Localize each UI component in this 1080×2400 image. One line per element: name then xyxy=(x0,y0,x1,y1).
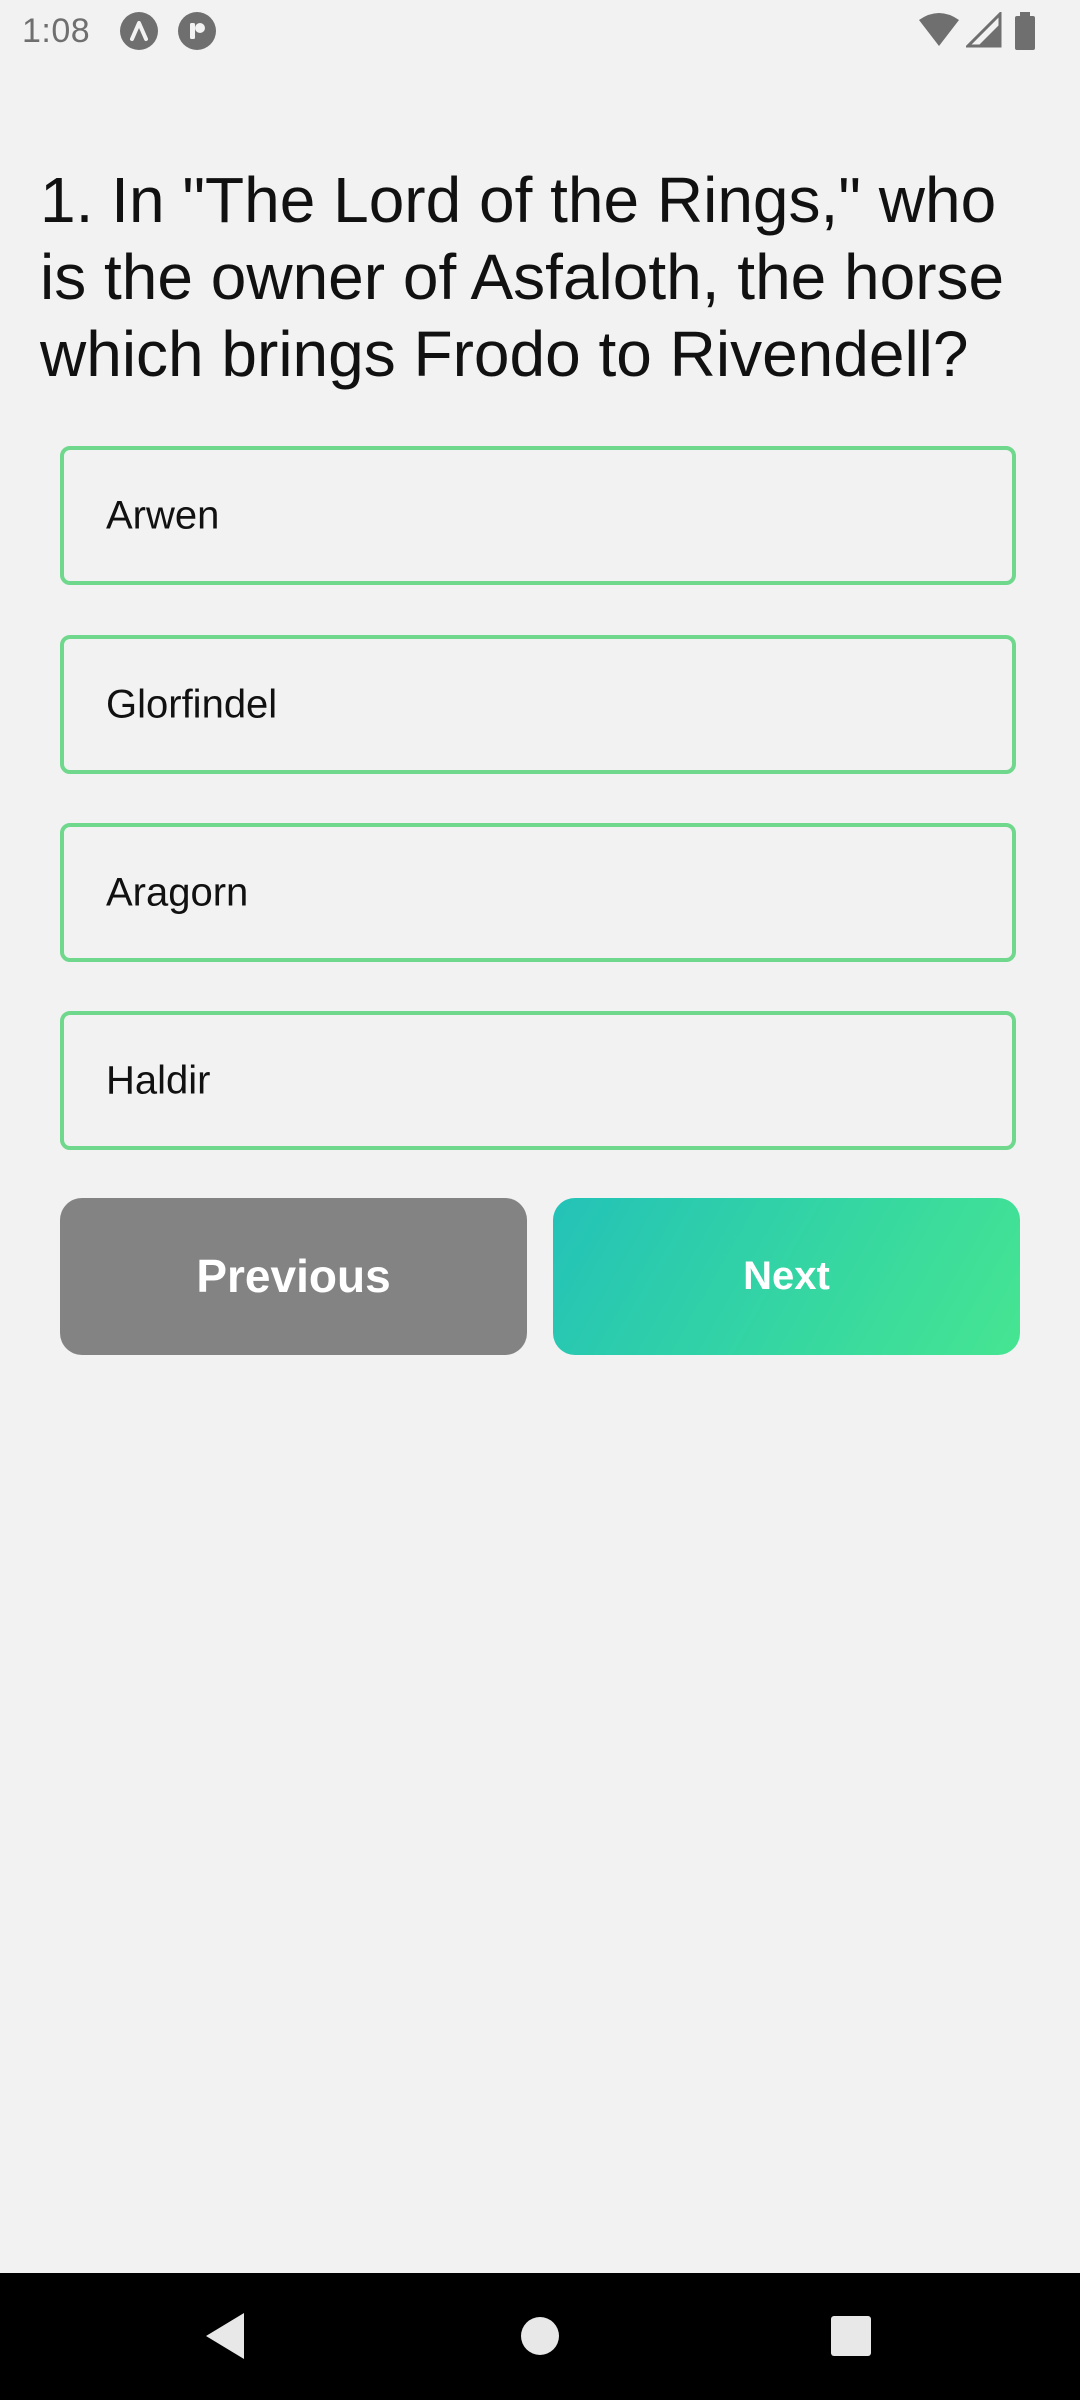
answer-option[interactable]: Arwen xyxy=(60,446,1016,585)
quiz-screen: 1:08 1. In "The Lord of the Rings," who … xyxy=(0,0,1080,2400)
system-icons xyxy=(918,12,1058,52)
home-icon[interactable] xyxy=(520,2273,560,2400)
answer-option[interactable]: Glorfindel xyxy=(60,635,1016,774)
question-text: 1. In "The Lord of the Rings," who is th… xyxy=(40,164,1005,390)
answer-option[interactable]: Aragorn xyxy=(60,823,1016,962)
app-a-icon xyxy=(120,12,158,50)
status-time: 1:08 xyxy=(22,12,91,50)
wifi-icon xyxy=(919,13,959,46)
answer-option[interactable]: Haldir xyxy=(60,1011,1016,1150)
answer-option-label: Glorfindel xyxy=(106,682,278,726)
system-nav-bar xyxy=(0,2273,1080,2400)
answer-option-label: Arwen xyxy=(106,493,220,537)
battery-icon xyxy=(1015,12,1035,50)
next-button[interactable]: Next xyxy=(553,1198,1020,1355)
app-p-icon xyxy=(178,12,216,50)
answer-option-label: Aragorn xyxy=(106,870,249,914)
cell-signal-icon xyxy=(966,12,1002,48)
previous-button[interactable]: Previous xyxy=(60,1198,527,1355)
back-icon[interactable] xyxy=(200,2273,250,2400)
answer-option-label: Haldir xyxy=(106,1058,211,1102)
status-bar: 1:08 xyxy=(0,0,1080,64)
recents-icon[interactable] xyxy=(830,2273,872,2400)
